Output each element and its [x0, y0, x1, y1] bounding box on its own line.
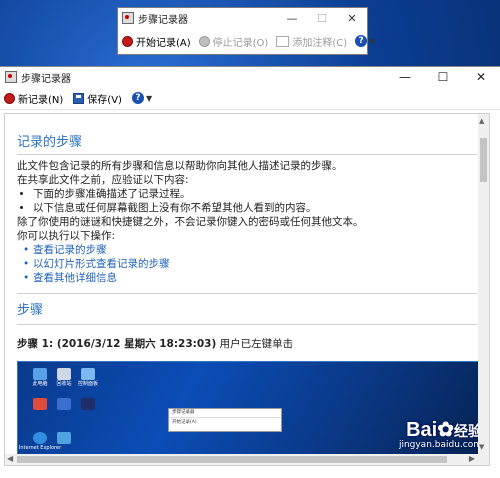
chevron-right-icon[interactable]: ▶ [469, 454, 475, 463]
chevron-left-icon[interactable]: ◀ [7, 454, 13, 463]
main-title-bar[interactable]: 步骤记录器 — ☐ ✕ [0, 67, 500, 87]
action-links: 查看记录的步骤 以幻灯片形式查看记录的步骤 查看其他详细信息 [17, 243, 477, 285]
main-recorder-window: 步骤记录器 — ☐ ✕ 新记录(N) 保存(V) ? ▼ 记录的步骤 此文件包含… [0, 66, 500, 478]
actions-text: 你可以执行以下操作: [17, 230, 116, 242]
steps-recorder-app-icon [5, 71, 17, 83]
save-label: 保存(V) [87, 94, 122, 106]
scroll-thumb[interactable] [480, 138, 487, 182]
minimize-button[interactable]: — [386, 70, 424, 84]
close-button[interactable]: ✕ [462, 70, 500, 84]
section-title-steps: 步骤 [17, 303, 44, 318]
vertical-scrollbar[interactable]: ▲ ▼ [478, 114, 489, 454]
stop-icon [198, 35, 210, 47]
mini-recorder-window: 步骤记录器 — ☐ ✕ 开始记录(A) 停止记录(O) 添加注释(C) ? ▼ [117, 7, 375, 55]
recorded-window-title: 步骤记录器 [169, 409, 281, 418]
link-view-steps[interactable]: 查看记录的步骤 [23, 243, 477, 257]
help-icon: ? [131, 92, 144, 104]
document-view[interactable]: 记录的步骤 此文件包含记录的所有步骤和信息以帮助你向其他人描述记录的步骤。 在共… [4, 113, 490, 466]
chevron-up-icon[interactable]: ▲ [479, 117, 484, 125]
document-body: 记录的步骤 此文件包含记录的所有步骤和信息以帮助你向其他人描述记录的步骤。 在共… [17, 114, 489, 463]
help-dropdown-button[interactable]: ? ▼ [131, 92, 153, 104]
scroll-thumb[interactable] [17, 456, 447, 463]
record-icon [122, 35, 133, 47]
intro-text: 此文件包含记录的所有步骤和信息以帮助你向其他人描述记录的步骤。 [17, 160, 343, 172]
section-title-recorded-steps: 记录的步骤 [17, 135, 83, 150]
baidu-jingyan-watermark: Bai✿经验 jingyan.baidu.com [398, 420, 482, 452]
recorded-recorder-window: 步骤记录器 开始记录(A) [168, 408, 282, 432]
save-icon [73, 92, 85, 104]
exception-text: 除了你使用的谜谜和快捷键之外，不会记录你键入的密码或任何其他文本。 [17, 216, 364, 228]
chevron-down-icon: ▼ [145, 93, 153, 103]
main-window-title: 步骤记录器 [21, 73, 71, 85]
mini-title-bar[interactable]: 步骤记录器 — ☐ ✕ [118, 8, 367, 28]
save-button[interactable]: 保存(V) [73, 91, 122, 106]
record-icon [4, 92, 15, 104]
desktop-icon-photoshop [66, 398, 110, 411]
step-1-heading: 步骤 1: (2016/3/12 星期六 18:23:03) 用户已左键单击 [17, 337, 477, 351]
help-icon: ? [355, 35, 368, 47]
help-dropdown-button[interactable]: ? ▼ [351, 35, 379, 47]
steps-recorder-app-icon [122, 12, 134, 24]
watermark-url: jingyan.baidu.com [398, 440, 482, 450]
link-view-details[interactable]: 查看其他详细信息 [23, 271, 477, 285]
photoshop-icon [81, 398, 95, 410]
desktop-icon-c [42, 432, 86, 445]
stop-record-label: 停止记录(O) [212, 37, 269, 49]
start-record-button[interactable]: 开始记录(A) [118, 34, 195, 49]
mini-toolbar: 开始记录(A) 停止记录(O) 添加注释(C) ? ▼ [118, 28, 375, 54]
step-1-description: 用户已左键单击 [216, 338, 294, 350]
control-panel-icon [81, 368, 95, 380]
desktop-icon-control-panel: 控制面板 [66, 368, 110, 387]
check-list: 下面的步骤准确描述了记录过程。 以下信息或任何屏幕截图上没有你不希望其他人看到的… [17, 187, 477, 215]
mini-window-title: 步骤记录器 [138, 14, 188, 26]
chevron-down-icon[interactable]: ▼ [479, 443, 484, 451]
new-record-label: 新记录(N) [18, 94, 64, 106]
step-1-title: 步骤 1: (2016/3/12 星期六 18:23:03) [17, 338, 217, 350]
maximize-button: ☐ [317, 11, 327, 25]
step-1-screenshot: 此电脑 回收站 控制面板 Internet Explorer 步骤记录器 开始记… [17, 361, 489, 463]
app-icon [57, 432, 71, 444]
maximize-button[interactable]: ☐ [424, 70, 462, 84]
list-item: 下面的步骤准确描述了记录过程。 [33, 187, 477, 201]
comment-icon [276, 35, 290, 47]
verify-text: 在共享此文件之前，应验证以下内容: [17, 174, 189, 186]
chevron-down-icon: ▼ [369, 36, 376, 46]
recorded-window-toolbar: 开始记录(A) [172, 420, 197, 425]
horizontal-scrollbar[interactable]: ◀ ▶ [5, 454, 489, 465]
add-comment-label: 添加注释(C) [292, 37, 348, 49]
start-record-label: 开始记录(A) [136, 37, 191, 49]
list-item: 以下信息或任何屏幕截图上没有你不希望其他人看到的内容。 [33, 201, 477, 215]
link-view-slideshow[interactable]: 以幻灯片形式查看记录的步骤 [23, 257, 477, 271]
stop-record-button[interactable]: 停止记录(O) [195, 34, 273, 49]
add-comment-button[interactable]: 添加注释(C) [272, 34, 351, 49]
main-toolbar: 新记录(N) 保存(V) ? ▼ [0, 87, 500, 110]
new-record-button[interactable]: 新记录(N) [4, 91, 63, 106]
minimize-button[interactable]: — [277, 12, 307, 25]
close-button[interactable]: ✕ [337, 12, 367, 25]
